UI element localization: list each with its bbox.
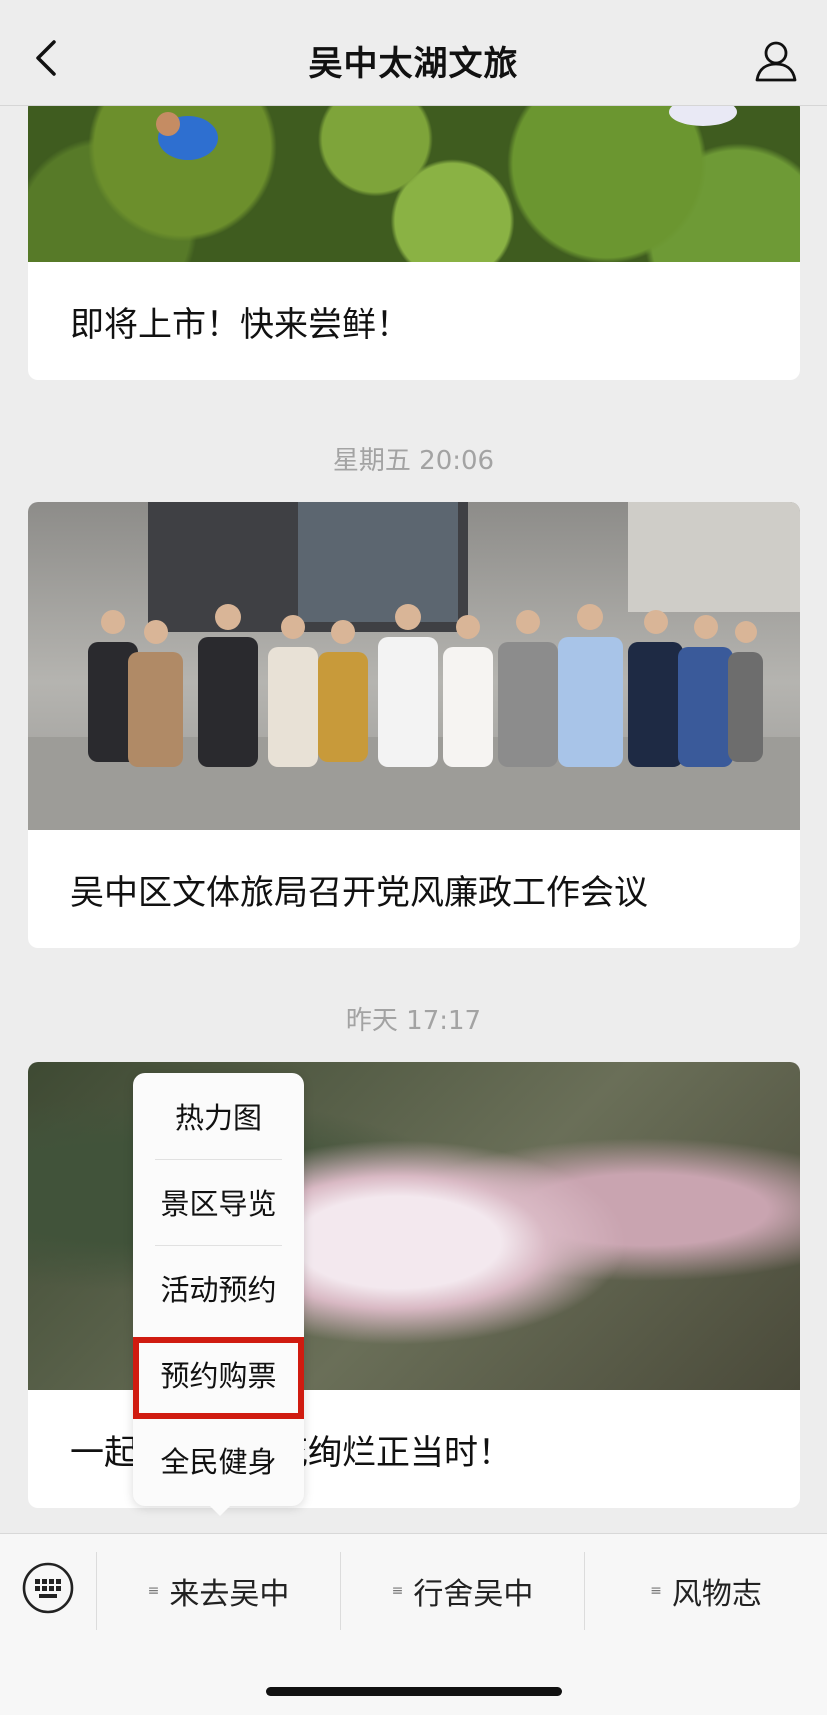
submenu-popup: 热力图 景区导览 活动预约 预约购票 全民健身: [133, 1073, 304, 1506]
menu-item-label: 风物志: [671, 1577, 762, 1612]
keyboard-icon[interactable]: [20, 1560, 76, 1616]
article-cover-image: [28, 106, 800, 262]
article-cover-image: [28, 502, 800, 830]
menu-lines-icon: ≡: [147, 1583, 160, 1599]
menu-lines-icon: ≡: [650, 1583, 662, 1599]
timestamp: 星期五 20:06: [332, 446, 495, 476]
article-title: 吴中区文体旅局召开党风廉政工作会议: [70, 872, 648, 913]
page-title: 吴中太湖文旅: [308, 44, 519, 84]
submenu-item-scenic-guide[interactable]: 景区导览: [133, 1159, 304, 1245]
profile-icon[interactable]: [753, 38, 799, 84]
menu-item-label: 行舍吴中: [413, 1577, 534, 1612]
article-title: 即将上市！快来尝鲜！: [70, 304, 410, 345]
top-navbar: 吴中太湖文旅: [0, 0, 827, 106]
home-indicator: [266, 1687, 562, 1696]
submenu-item-fitness[interactable]: 全民健身: [133, 1417, 304, 1503]
menu-item-laiqu-wuzhong[interactable]: ≡ 来去吴中: [97, 1552, 340, 1630]
menu-item-label: 来去吴中: [169, 1577, 290, 1612]
menu-item-xingshe-wuzhong[interactable]: ≡ 行舍吴中: [341, 1552, 584, 1630]
article-card[interactable]: 即将上市！快来尝鲜！: [28, 106, 800, 380]
submenu-item-heatmap[interactable]: 热力图: [133, 1073, 304, 1159]
article-feed: 即将上市！快来尝鲜！ 星期五 20:06 吴中区文体旅局召开党风廉政工作会议 昨…: [0, 106, 827, 1533]
popup-pointer: [208, 1504, 232, 1516]
submenu-item-event-booking[interactable]: 活动预约: [133, 1245, 304, 1331]
article-card[interactable]: 吴中区文体旅局召开党风廉政工作会议: [28, 502, 800, 948]
submenu-item-ticket-booking[interactable]: 预约购票: [133, 1331, 304, 1417]
menu-lines-icon: ≡: [391, 1583, 404, 1599]
menu-item-fengwuzhi[interactable]: ≡ 风物志: [585, 1552, 827, 1630]
timestamp: 昨天 17:17: [345, 1006, 482, 1036]
